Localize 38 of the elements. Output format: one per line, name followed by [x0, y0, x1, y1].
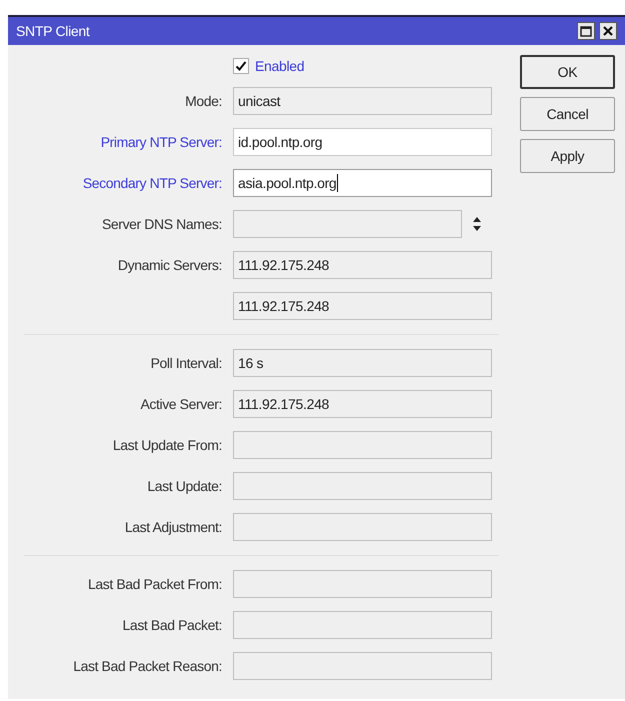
text-field[interactable] [233, 431, 492, 459]
maximize-icon [580, 26, 592, 36]
text-field[interactable] [233, 570, 492, 598]
dialog-button[interactable]: OK [520, 55, 615, 89]
maximize-button[interactable] [577, 22, 595, 40]
close-button[interactable] [599, 22, 617, 40]
text-field[interactable] [233, 210, 462, 238]
field-label: Poll Interval: [150, 355, 223, 371]
text-field[interactable] [233, 652, 492, 680]
close-icon [603, 26, 613, 36]
spinner-icon[interactable] [472, 216, 482, 232]
text-field[interactable]: 16 s [233, 349, 492, 377]
checkbox[interactable] [233, 58, 249, 74]
text-field[interactable]: 111.92.175.248 [233, 292, 492, 320]
text-field[interactable]: 111.92.175.248 [233, 251, 492, 279]
window-title: SNTP Client [16, 23, 90, 39]
text-field[interactable]: unicast [233, 87, 492, 115]
field-label: Last Adjustment: [124, 519, 223, 535]
field-label: Secondary NTP Server: [82, 175, 223, 191]
field-label: Last Bad Packet From: [87, 576, 223, 592]
text-field[interactable] [233, 472, 492, 500]
checkbox-label: Enabled [255, 58, 304, 74]
field-label: Primary NTP Server: [100, 134, 223, 150]
field-label: Server DNS Names: [100, 216, 223, 232]
field-label: Dynamic Servers: [116, 257, 223, 273]
field-label: Mode: [184, 93, 223, 109]
text-field[interactable] [233, 513, 492, 541]
dialog-button[interactable]: Cancel [520, 97, 615, 131]
text-field[interactable]: asia.pool.ntp.org [233, 169, 492, 197]
text-field[interactable]: id.pool.ntp.org [233, 128, 492, 156]
text-field[interactable]: 111.92.175.248 [233, 390, 492, 418]
field-label: Last Bad Packet: [122, 617, 223, 633]
dialog-button[interactable]: Apply [520, 139, 615, 173]
text-field[interactable] [233, 611, 492, 639]
field-label: Last Bad Packet Reason: [72, 658, 223, 674]
field-label: Last Update: [146, 478, 223, 494]
field-label: Active Server: [139, 396, 223, 412]
field-label: Last Update From: [112, 437, 223, 453]
